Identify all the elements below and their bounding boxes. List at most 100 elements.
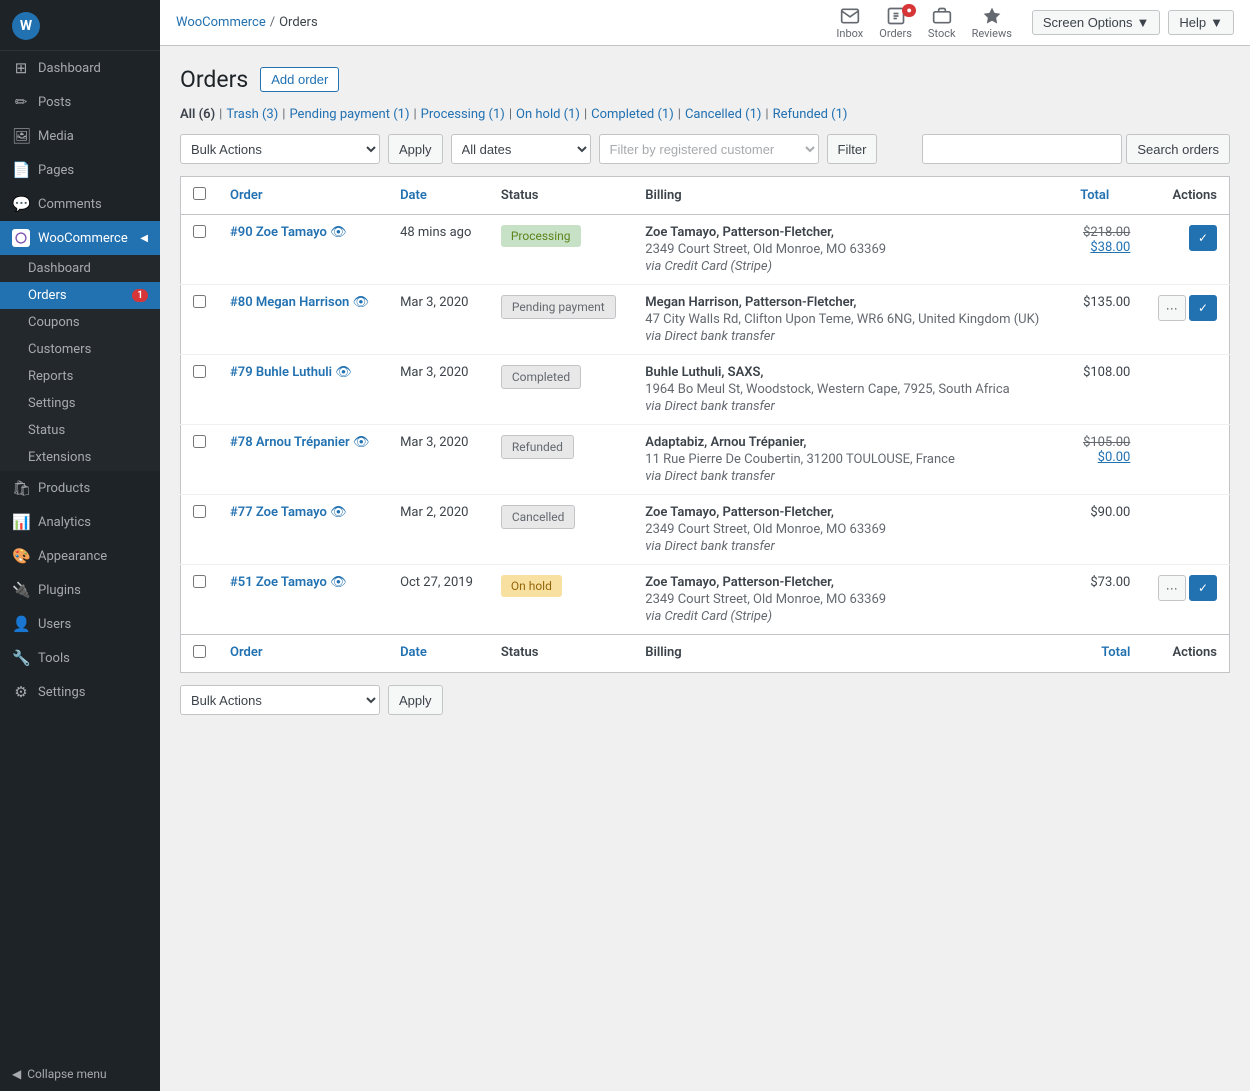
filter-tab-processing[interactable]: Processing (1) [421, 107, 505, 122]
search-input[interactable] [922, 134, 1122, 164]
filter-tab-refunded[interactable]: Refunded (1) [773, 107, 848, 122]
row-checkbox[interactable] [193, 295, 206, 308]
topbar-stock[interactable]: Stock [928, 6, 956, 40]
date-filter-select[interactable]: All dates [451, 134, 591, 164]
sidebar-item-label: Analytics [38, 515, 91, 530]
sidebar-woocommerce-header[interactable]: WooCommerce ◀ [0, 221, 160, 255]
view-order-icon[interactable]: 👁 [353, 295, 370, 310]
view-order-icon[interactable]: 👁 [330, 225, 347, 240]
bottom-apply-button[interactable]: Apply [388, 685, 443, 715]
more-actions-button[interactable]: ··· [1158, 575, 1186, 601]
filter-button[interactable]: Filter [827, 134, 878, 164]
sidebar-item-plugins[interactable]: 🔌 Plugins [0, 573, 160, 607]
filter-tab-cancelled[interactable]: Cancelled (1) [685, 107, 761, 122]
sidebar-item-settings[interactable]: ⚙ Settings [0, 675, 160, 709]
order-link[interactable]: #79 Buhle Luthuli [230, 365, 332, 380]
row-checkbox[interactable] [193, 505, 206, 518]
orders-notification-badge: ● [902, 4, 915, 17]
apply-button[interactable]: Apply [388, 134, 443, 164]
topbar-inbox[interactable]: Inbox [836, 6, 863, 40]
view-order-icon[interactable]: 👁 [330, 505, 347, 520]
row-checkbox[interactable] [193, 575, 206, 588]
woo-coupons-label: Coupons [28, 315, 80, 330]
search-orders-button[interactable]: Search orders [1126, 134, 1230, 164]
order-link[interactable]: #90 Zoe Tamayo [230, 225, 327, 240]
filter-tab-pending[interactable]: Pending payment (1) [289, 107, 409, 122]
sidebar-item-woo-status[interactable]: Status [0, 417, 160, 444]
sidebar-item-woo-customers[interactable]: Customers [0, 336, 160, 363]
complete-order-button[interactable]: ✓ [1189, 575, 1217, 601]
order-col-header[interactable]: Order [218, 177, 388, 215]
add-order-button[interactable]: Add order [260, 67, 339, 92]
select-all-checkbox[interactable] [193, 187, 206, 200]
complete-order-button[interactable]: ✓ [1189, 225, 1217, 251]
breadcrumb-woocommerce-link[interactable]: WooCommerce [176, 15, 266, 30]
woo-customers-label: Customers [28, 342, 91, 357]
sidebar-item-dashboard[interactable]: ⊞ Dashboard [0, 51, 160, 85]
filter-tab-trash[interactable]: Trash (3) [226, 107, 278, 122]
footer-date-col[interactable]: Date [388, 635, 489, 673]
order-link[interactable]: #78 Arnou Trépanier [230, 435, 350, 450]
sidebar-item-tools[interactable]: 🔧 Tools [0, 641, 160, 675]
sidebar-item-woo-extensions[interactable]: Extensions [0, 444, 160, 471]
sidebar-item-woo-orders[interactable]: Orders 1 [0, 282, 160, 309]
stock-label: Stock [928, 27, 956, 40]
bottom-bulk-actions-select[interactable]: Bulk Actions [180, 685, 380, 715]
footer-total-col[interactable]: Total [1068, 635, 1142, 673]
billing-cell: Zoe Tamayo, Patterson-Fletcher, 2349 Cou… [633, 495, 1068, 565]
sidebar-item-comments[interactable]: 💬 Comments [0, 187, 160, 221]
sidebar-item-pages[interactable]: 📄 Pages [0, 153, 160, 187]
total-cell: $90.00 [1068, 495, 1142, 565]
dashboard-icon: ⊞ [12, 59, 30, 77]
order-link[interactable]: #80 Megan Harrison [230, 295, 349, 310]
filter-tab-completed[interactable]: Completed (1) [591, 107, 674, 122]
complete-order-button[interactable]: ✓ [1189, 295, 1217, 321]
table-header-row: Order Date Status Billing Total Actions [181, 177, 1230, 215]
sidebar-item-woo-dashboard[interactable]: Dashboard [0, 255, 160, 282]
order-link[interactable]: #77 Zoe Tamayo [230, 505, 327, 520]
woo-dashboard-label: Dashboard [28, 261, 91, 276]
total-value: $90.00 [1090, 505, 1130, 520]
help-button[interactable]: Help ▼ [1168, 10, 1234, 35]
sidebar-item-products[interactable]: 🛍 Products [0, 471, 160, 505]
footer-check-col [181, 635, 219, 673]
footer-order-col[interactable]: Order [218, 635, 388, 673]
sidebar-item-woo-coupons[interactable]: Coupons [0, 309, 160, 336]
sidebar-item-woo-settings[interactable]: Settings [0, 390, 160, 417]
status-badge: Processing [501, 225, 581, 247]
filter-tab-on-hold[interactable]: On hold (1) [516, 107, 580, 122]
customer-filter-select[interactable]: Filter by registered customer [599, 134, 819, 164]
row-checkbox[interactable] [193, 365, 206, 378]
screen-options-button[interactable]: Screen Options ▼ [1032, 10, 1160, 35]
sidebar-item-woo-reports[interactable]: Reports [0, 363, 160, 390]
billing-name: Zoe Tamayo, Patterson-Fletcher, [645, 575, 1056, 590]
view-order-icon[interactable]: 👁 [335, 365, 352, 380]
view-order-icon[interactable]: 👁 [330, 575, 347, 590]
topbar-orders[interactable]: ● Orders [879, 6, 912, 40]
row-checkbox[interactable] [193, 435, 206, 448]
total-value: $73.00 [1090, 575, 1130, 590]
actions-cell [1142, 495, 1229, 565]
total-col-header[interactable]: Total [1068, 177, 1142, 215]
breadcrumb-current: Orders [279, 15, 318, 30]
filter-tab-all[interactable]: All (6) [180, 107, 215, 122]
sidebar-item-appearance[interactable]: 🎨 Appearance [0, 539, 160, 573]
bulk-actions-select[interactable]: Bulk Actions [180, 134, 380, 164]
more-actions-button[interactable]: ··· [1158, 295, 1186, 321]
row-checkbox[interactable] [193, 225, 206, 238]
sidebar-woocommerce-arrow: ◀ [140, 233, 148, 244]
total-cell: $135.00 [1068, 285, 1142, 355]
topbar-reviews[interactable]: Reviews [972, 6, 1012, 40]
sidebar-item-users[interactable]: 👤 Users [0, 607, 160, 641]
view-order-icon[interactable]: 👁 [353, 435, 370, 450]
sidebar-item-analytics[interactable]: 📊 Analytics [0, 505, 160, 539]
order-link[interactable]: #51 Zoe Tamayo [230, 575, 327, 590]
collapse-menu-button[interactable]: ◀ Collapse menu [0, 1057, 160, 1091]
sidebar-item-media[interactable]: 🖼 Media [0, 119, 160, 153]
date-col-header[interactable]: Date [388, 177, 489, 215]
woo-extensions-label: Extensions [28, 450, 91, 465]
users-icon: 👤 [12, 615, 30, 633]
footer-select-all-checkbox[interactable] [193, 645, 206, 658]
billing-name: Buhle Luthuli, SAXS, [645, 365, 1056, 380]
sidebar-item-posts[interactable]: ✏ Posts [0, 85, 160, 119]
